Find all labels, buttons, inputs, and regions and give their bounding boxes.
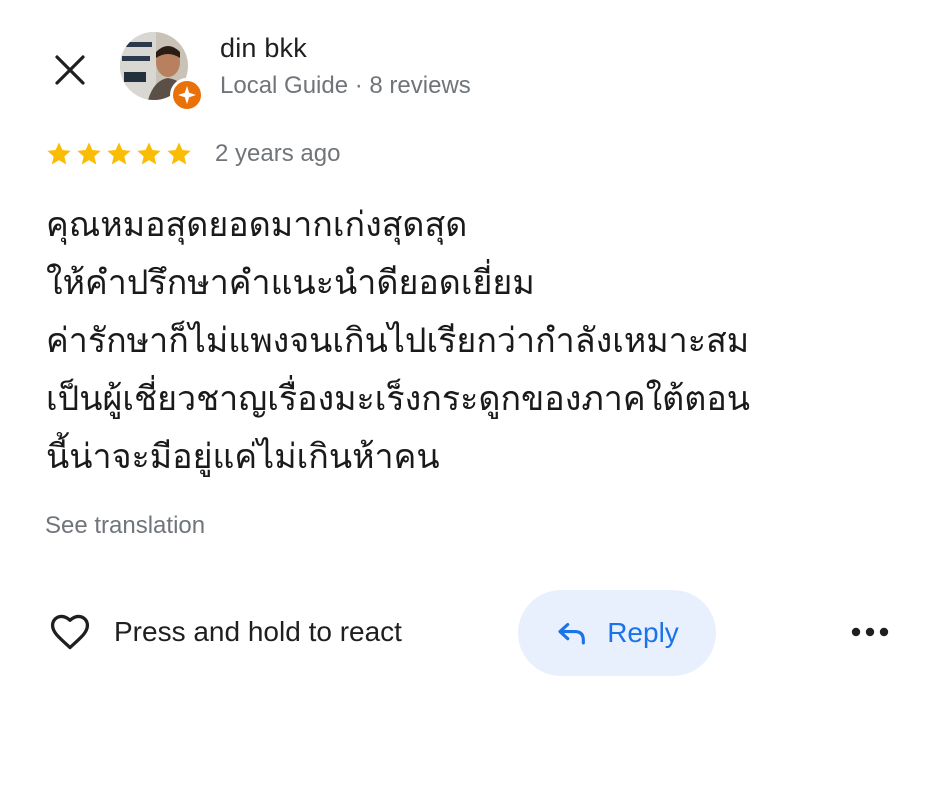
star-rating: [45, 140, 193, 168]
more-options-button[interactable]: [846, 612, 894, 652]
review-card: din bkk Local Guide · 8 reviews 2 years …: [0, 0, 940, 788]
star-icon: [137, 142, 161, 165]
reply-button[interactable]: Reply: [518, 590, 716, 676]
react-button[interactable]: Press and hold to react: [48, 610, 402, 654]
star-icon: [167, 142, 191, 165]
heart-outline-icon: [48, 610, 92, 654]
avatar-container[interactable]: [120, 32, 204, 112]
see-translation-link[interactable]: See translation: [45, 512, 205, 540]
local-guide-badge-icon: [170, 78, 204, 112]
more-horizontal-icon: [851, 627, 889, 637]
close-button[interactable]: [44, 44, 96, 96]
user-meta: Local Guide · 8 reviews: [220, 72, 471, 99]
review-text: คุณหมอสุดยอดมากเก่งสุดสุด ให้คำปรึกษาคำแ…: [46, 205, 750, 477]
reply-arrow-icon: [555, 616, 589, 650]
user-name[interactable]: din bkk: [220, 33, 307, 64]
close-icon: [55, 55, 85, 85]
reply-label: Reply: [607, 617, 679, 648]
star-icon: [77, 142, 101, 165]
star-icon: [47, 142, 71, 165]
star-icon: [107, 142, 131, 165]
rating-row: 2 years ago: [45, 140, 340, 168]
react-label: Press and hold to react: [114, 616, 402, 647]
review-date: 2 years ago: [215, 140, 341, 167]
